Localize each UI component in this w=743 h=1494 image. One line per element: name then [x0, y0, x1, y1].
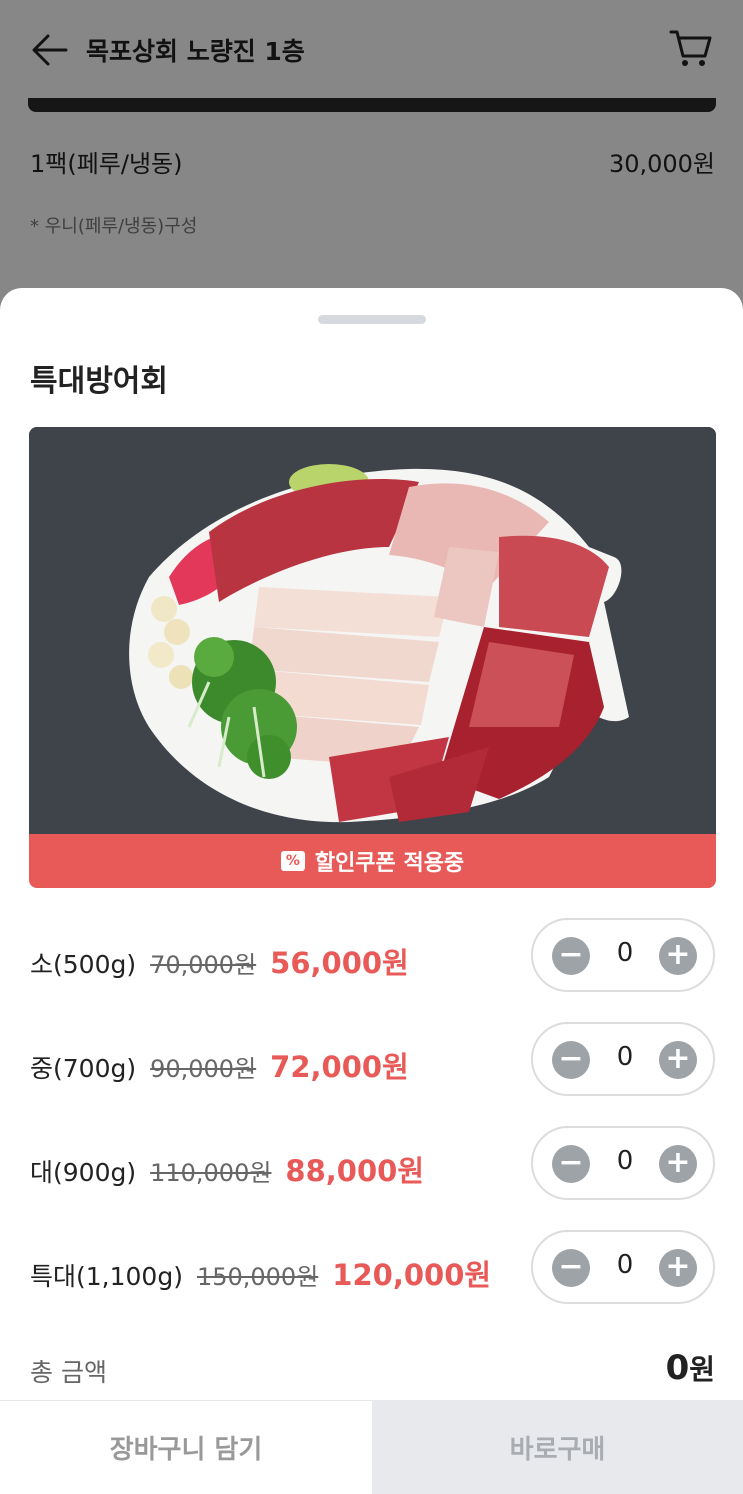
- coupon-icon: %: [280, 851, 305, 871]
- option-row: 소(500g) 70,000원 56,000원 − 0 +: [0, 918, 743, 994]
- buy-now-button[interactable]: 바로구매: [372, 1400, 743, 1494]
- action-footer: 장바구니 담기 바로구매: [0, 1400, 743, 1494]
- quantity-stepper: − 0 +: [531, 1022, 715, 1096]
- total-amount-unit: 원: [689, 1353, 715, 1386]
- option-sale-price: 88,000원: [285, 1154, 425, 1188]
- product-image: [29, 427, 716, 834]
- option-name: 소(500g): [30, 950, 137, 979]
- increment-button[interactable]: +: [659, 1041, 697, 1079]
- option-label-group: 특대(1,100g) 150,000원 120,000원: [30, 1252, 491, 1294]
- add-to-cart-button[interactable]: 장바구니 담기: [0, 1400, 372, 1494]
- option-original-price: 150,000원: [196, 1263, 319, 1291]
- option-sale-price: 56,000원: [270, 946, 409, 980]
- increment-button[interactable]: +: [659, 1145, 697, 1183]
- quantity-stepper: − 0 +: [531, 1230, 715, 1304]
- option-bottom-sheet: 특대방어회 % 할인쿠폰 적용중 소(500g) 70,000원 56,000원…: [0, 288, 743, 1494]
- total-amount-number: 0: [665, 1348, 690, 1388]
- decrement-button[interactable]: −: [552, 1249, 590, 1287]
- option-sale-price: 72,000원: [270, 1050, 409, 1084]
- option-name: 중(700g): [30, 1054, 137, 1083]
- decrement-button[interactable]: −: [552, 937, 590, 975]
- option-row: 특대(1,100g) 150,000원 120,000원 − 0 +: [0, 1230, 743, 1306]
- option-original-price: 110,000원: [150, 1159, 272, 1187]
- increment-button[interactable]: +: [659, 1249, 697, 1287]
- option-label-group: 대(900g) 110,000원 88,000원: [30, 1148, 424, 1190]
- option-name: 대(900g): [30, 1158, 137, 1187]
- decrement-button[interactable]: −: [552, 1041, 590, 1079]
- decrement-button[interactable]: −: [552, 1145, 590, 1183]
- option-original-price: 90,000원: [150, 1055, 257, 1083]
- quantity-stepper: − 0 +: [531, 918, 715, 992]
- option-sale-price: 120,000원: [332, 1258, 492, 1292]
- coupon-applied-banner: % 할인쿠폰 적용중: [29, 834, 716, 888]
- coupon-banner-text: 할인쿠폰 적용중: [314, 851, 465, 876]
- option-label-group: 소(500g) 70,000원 56,000원: [30, 940, 409, 982]
- option-row: 대(900g) 110,000원 88,000원 − 0 +: [0, 1126, 743, 1202]
- option-row: 중(700g) 90,000원 72,000원 − 0 +: [0, 1022, 743, 1098]
- quantity-value: 0: [616, 1042, 634, 1072]
- product-title: 특대방어회: [30, 364, 168, 399]
- total-amount: 0원: [666, 1348, 715, 1388]
- quantity-value: 0: [616, 938, 634, 968]
- option-name: 특대(1,100g): [30, 1262, 183, 1291]
- quantity-value: 0: [616, 1146, 634, 1176]
- sheet-drag-handle[interactable]: [318, 315, 426, 324]
- option-label-group: 중(700g) 90,000원 72,000원: [30, 1044, 409, 1086]
- total-label: 총 금액: [30, 1358, 107, 1387]
- increment-button[interactable]: +: [659, 937, 697, 975]
- quantity-value: 0: [616, 1250, 634, 1280]
- option-original-price: 70,000원: [150, 951, 257, 979]
- quantity-stepper: − 0 +: [531, 1126, 715, 1200]
